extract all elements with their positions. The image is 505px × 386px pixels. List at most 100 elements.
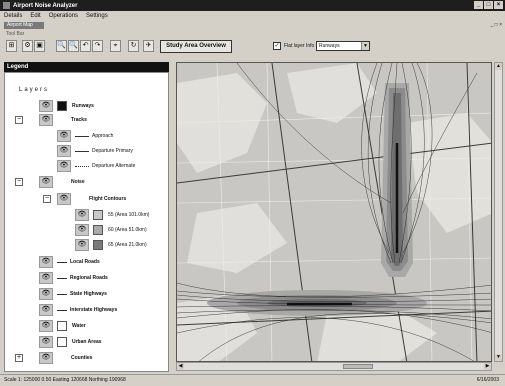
scroll-left-icon[interactable]: ◀	[177, 363, 184, 370]
undo-button[interactable]: ↶	[80, 40, 91, 52]
layer-label: Local Roads	[70, 259, 100, 265]
layers-tool-button[interactable]: ▣	[34, 40, 45, 52]
eye-icon[interactable]: 👁	[39, 114, 53, 126]
runways-swatch	[57, 101, 67, 111]
layer-label: Runways	[72, 103, 94, 109]
menu-bar: Details Edit Operations Settings	[0, 11, 505, 21]
contour-60-swatch	[93, 225, 103, 235]
document-window-controls[interactable]: _ □ ×	[491, 22, 503, 28]
menu-edit[interactable]: Edit	[30, 13, 40, 19]
layer-label: Interstate Highways	[70, 307, 118, 313]
zoom-in-button[interactable]: 🔍	[56, 40, 67, 52]
layer-water[interactable]: 👁 Water	[39, 319, 86, 333]
water-swatch	[57, 321, 67, 331]
eye-icon[interactable]: 👁	[75, 224, 89, 236]
layer-label: Departure Primary	[92, 148, 133, 154]
departure-alternate-line-swatch	[75, 165, 89, 167]
menu-details[interactable]: Details	[4, 13, 22, 19]
select-tool-button[interactable]: ⌖	[110, 40, 121, 52]
chevron-down-icon[interactable]: ▼	[361, 42, 369, 50]
layer-contour-65[interactable]: 👁 65 (Area 21.0km)	[75, 238, 147, 252]
layer-counties[interactable]: 👁 Counties	[39, 351, 92, 365]
settings-tool-button[interactable]: ⚙	[22, 40, 33, 52]
redo-button[interactable]: ↷	[92, 40, 103, 52]
layer-contour-55[interactable]: 👁 55 (Area 101.0km)	[75, 208, 149, 222]
layer-departure-alternate[interactable]: 👁 Departure Alternate	[57, 159, 135, 173]
eye-icon[interactable]: 👁	[39, 256, 53, 268]
layer-label: Approach	[92, 133, 114, 139]
layer-state-highways[interactable]: 👁 State Highways	[39, 287, 107, 301]
layer-label: 60 (Area 51.0km)	[108, 227, 147, 233]
study-area-overview-button[interactable]: Study Area Overview	[160, 40, 232, 53]
status-text: Scale 1: 125000 0.50 Easting 120668 Nort…	[4, 377, 126, 383]
eye-icon[interactable]: 👁	[39, 304, 53, 316]
close-button[interactable]: ×	[494, 1, 503, 9]
flat-layer-info-label: Flat layer Info	[284, 43, 315, 49]
eye-icon[interactable]: 👁	[57, 160, 71, 172]
scroll-up-icon[interactable]: ▲	[495, 63, 502, 70]
scroll-down-icon[interactable]: ▼	[495, 354, 502, 361]
layer-regional-roads[interactable]: 👁 Regional Roads	[39, 271, 108, 285]
map-svg[interactable]	[177, 63, 492, 362]
map-canvas[interactable]	[176, 62, 492, 362]
layer-approach[interactable]: 👁 Approach	[57, 129, 113, 143]
eye-icon[interactable]: 👁	[39, 352, 53, 364]
minimize-button[interactable]: _	[474, 1, 483, 9]
map-horizontal-scrollbar[interactable]: ◀ ▶	[176, 362, 492, 371]
layer-runways[interactable]: 👁 Runways	[39, 99, 94, 113]
collapse-icon[interactable]: −	[15, 178, 23, 186]
eye-icon[interactable]: 👁	[39, 288, 53, 300]
layer-select[interactable]: Runways ▼	[316, 41, 370, 51]
app-icon	[3, 2, 10, 9]
layer-label: Counties	[71, 355, 93, 361]
layer-label: State Highways	[70, 291, 107, 297]
grid-tool-button[interactable]: ⊞	[6, 40, 17, 52]
layer-urban-areas[interactable]: 👁 Urban Areas	[39, 335, 102, 349]
layer-interstate-highways[interactable]: 👁 Interstate Highways	[39, 303, 117, 317]
layer-select-value: Runways	[319, 43, 340, 49]
layer-tracks[interactable]: 👁 Tracks	[39, 113, 87, 127]
zoom-out-button[interactable]: 🔍	[68, 40, 79, 52]
flat-layer-info-checkbox[interactable]: ✓	[273, 42, 281, 50]
collapse-icon[interactable]: −	[15, 116, 23, 124]
urban-areas-layer	[177, 63, 491, 361]
approach-line-swatch	[75, 135, 89, 137]
eye-icon[interactable]: 👁	[57, 130, 71, 142]
layer-departure-primary[interactable]: 👁 Departure Primary	[57, 144, 133, 158]
menu-operations[interactable]: Operations	[49, 13, 78, 19]
layer-flight-contours[interactable]: 👁 Flight Contours	[57, 192, 126, 206]
eye-icon[interactable]: 👁	[39, 272, 53, 284]
eye-icon[interactable]: 👁	[57, 193, 71, 205]
layer-label: 65 (Area 21.0km)	[108, 242, 147, 248]
map-vertical-scrollbar[interactable]: ▲ ▼	[494, 62, 503, 362]
maximize-button[interactable]: □	[484, 1, 493, 9]
urban-areas-swatch	[57, 337, 67, 347]
layer-label: Water	[72, 323, 86, 329]
eye-icon[interactable]: 👁	[57, 145, 71, 157]
layer-label: Urban Areas	[72, 339, 102, 345]
layer-local-roads[interactable]: 👁 Local Roads	[39, 255, 100, 269]
departure-primary-line-swatch	[75, 150, 89, 152]
eye-icon[interactable]: 👁	[75, 209, 89, 221]
layer-label: 55 (Area 101.0km)	[108, 212, 150, 218]
eye-icon[interactable]: 👁	[39, 320, 53, 332]
layer-label: Noise	[71, 179, 85, 185]
scroll-thumb[interactable]	[343, 364, 373, 369]
eye-icon[interactable]: 👁	[75, 239, 89, 251]
layers-title: Layers	[19, 87, 50, 93]
eye-icon[interactable]: 👁	[39, 336, 53, 348]
layer-contour-60[interactable]: 👁 60 (Area 51.0km)	[75, 223, 147, 237]
expand-icon[interactable]: +	[15, 354, 23, 362]
layer-noise[interactable]: 👁 Noise	[39, 175, 85, 189]
eye-icon[interactable]: 👁	[39, 100, 53, 112]
menu-settings[interactable]: Settings	[86, 13, 108, 19]
collapse-icon[interactable]: −	[43, 195, 51, 203]
airport-tool-button[interactable]: ✈	[143, 40, 154, 52]
refresh-button[interactable]: ↻	[128, 40, 139, 52]
document-tab[interactable]: Airport Map	[4, 22, 44, 29]
window-title: Airport Noise Analyzer	[13, 2, 78, 9]
eye-icon[interactable]: 👁	[39, 176, 53, 188]
legend-header: Legend	[4, 62, 169, 72]
scroll-right-icon[interactable]: ▶	[484, 363, 491, 370]
layer-label: Regional Roads	[70, 275, 108, 281]
